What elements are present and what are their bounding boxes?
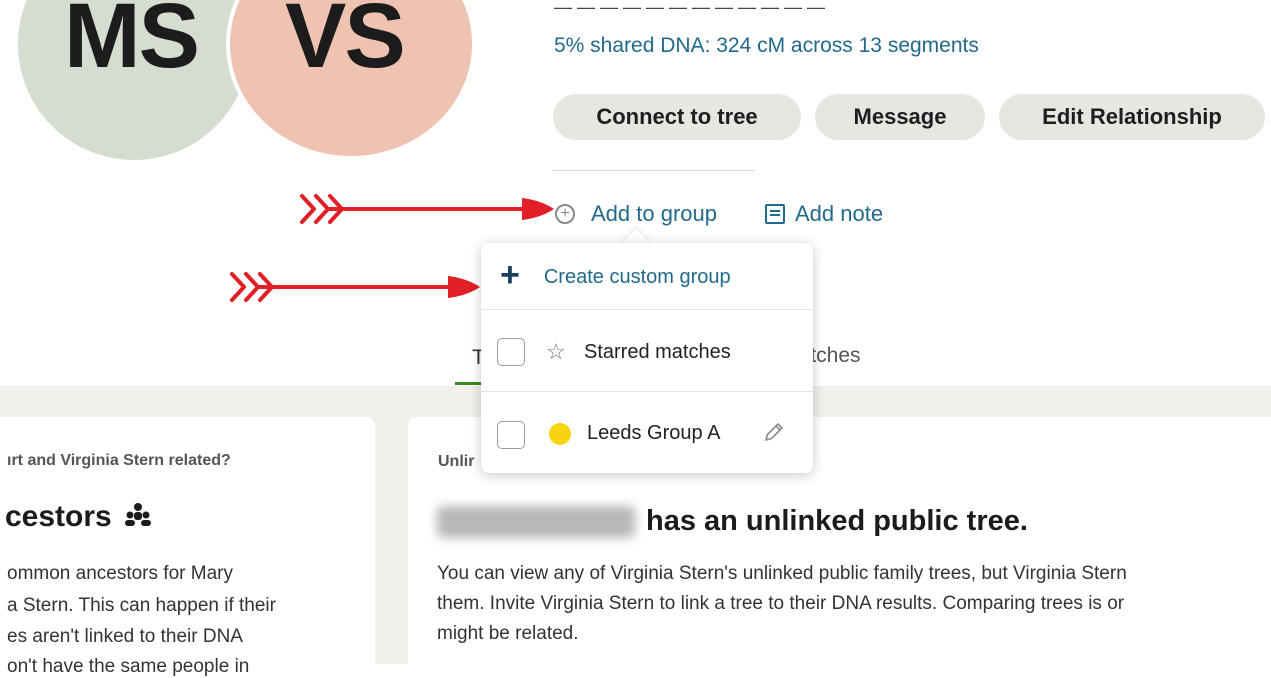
- left-body-line: on't have the same people in: [7, 656, 250, 677]
- avatar-initials-ms: MS: [64, 0, 200, 87]
- right-body-line: might be related.: [437, 623, 579, 644]
- left-body-line: a Stern. This can happen if their: [7, 595, 276, 616]
- message-button[interactable]: Message: [815, 94, 985, 140]
- add-to-group-button[interactable]: + Add to group: [555, 201, 717, 227]
- create-custom-group-label: Create custom group: [543, 265, 731, 288]
- star-icon: ☆: [546, 339, 566, 364]
- group-color-dot: [549, 423, 571, 445]
- unlinked-section-label: Unlir: [438, 453, 475, 470]
- left-body-line: es aren't linked to their DNA: [7, 626, 243, 647]
- add-to-group-label: Add to group: [591, 201, 717, 226]
- blurred-name: [437, 506, 635, 538]
- plus-circle-icon: +: [555, 204, 575, 224]
- popup-divider: [481, 391, 813, 392]
- leeds-group-a-checkbox[interactable]: [497, 421, 525, 449]
- unlinked-tree-heading: has an unlinked public tree.: [646, 505, 1028, 537]
- plus-icon: +: [500, 256, 520, 294]
- pencil-icon[interactable]: [762, 420, 786, 444]
- starred-matches-label: Starred matches: [584, 341, 731, 363]
- edit-relationship-button[interactable]: Edit Relationship: [999, 94, 1265, 140]
- connect-to-tree-button[interactable]: Connect to tree: [553, 94, 801, 140]
- add-note-button[interactable]: Add note: [765, 201, 883, 227]
- add-note-label: Add note: [795, 201, 884, 226]
- right-body-line: them. Invite Virginia Stern to link a tr…: [437, 593, 1125, 614]
- right-body-line: You can view any of Virginia Stern's unl…: [437, 563, 1127, 584]
- leeds-group-a-label: Leeds Group A: [587, 422, 721, 444]
- divider: [553, 170, 755, 171]
- common-ancestors-heading: cestors: [5, 500, 152, 534]
- starred-matches-checkbox[interactable]: [497, 338, 525, 366]
- avatar-initials-vs: VS: [285, 0, 406, 87]
- shared-dna-link[interactable]: 5% shared DNA: 324 cM across 13 segments: [554, 34, 979, 58]
- common-ancestors-heading-text: cestors: [5, 500, 112, 533]
- create-custom-group-button[interactable]: + Create custom group: [500, 258, 731, 292]
- family-icon: [125, 503, 152, 526]
- left-body-line: ommon ancestors for Mary: [7, 563, 233, 584]
- red-arrow-icon: [230, 272, 480, 302]
- popup-divider: [481, 309, 813, 310]
- note-icon: [765, 204, 785, 224]
- relationship-question: ırt and Virginia Stern related?: [7, 452, 231, 469]
- cut-off-relationship-line: — — — — — — — — — — — —: [554, 7, 1004, 15]
- red-arrow-icon: [300, 194, 554, 224]
